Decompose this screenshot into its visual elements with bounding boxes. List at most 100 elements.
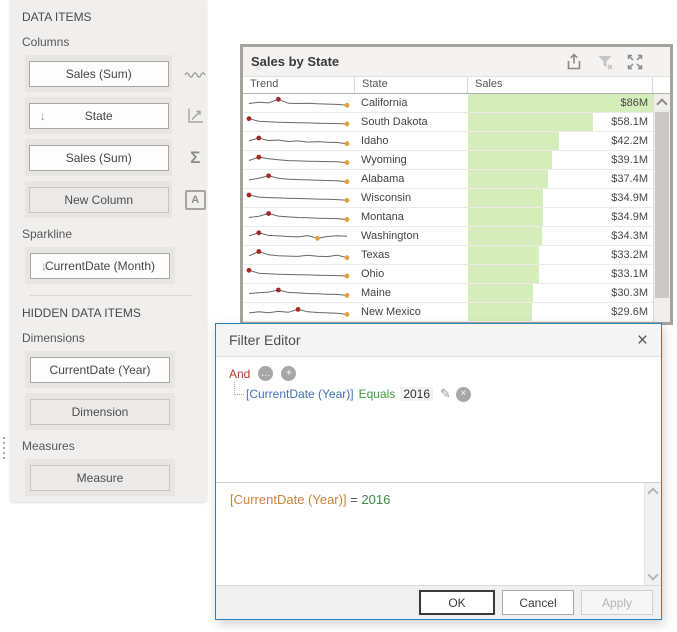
- sales-bar: [468, 151, 552, 169]
- column-header-state[interactable]: State: [355, 77, 468, 93]
- expression-text: [CurrentDate (Year)] = 2016: [216, 483, 661, 507]
- data-item-new-column: New Column A: [25, 181, 207, 218]
- grid-scrollbar-thumb[interactable]: [655, 112, 669, 298]
- expression-preview-panel: [CurrentDate (Year)] = 2016: [216, 482, 661, 585]
- cancel-button[interactable]: Cancel: [502, 590, 574, 615]
- data-item-state: ↓State: [25, 97, 207, 134]
- state-cell: Washington: [355, 227, 468, 245]
- sales-value: $37.4M: [611, 170, 648, 188]
- data-item-button-sales-sum[interactable]: Sales (Sum): [29, 145, 169, 171]
- data-item-button-state[interactable]: ↓State: [29, 103, 169, 129]
- trend-sparkline: [243, 284, 355, 302]
- state-cell: Texas: [355, 246, 468, 264]
- sales-bar: [468, 132, 559, 150]
- column-header-scroll-spacer: [653, 77, 670, 93]
- sales-cell: $30.3M: [468, 284, 653, 302]
- state-cell: Wisconsin: [355, 189, 468, 207]
- sparkline-column-icon: [183, 68, 207, 80]
- panel-drag-handle[interactable]: [3, 437, 5, 459]
- trend-sparkline: [243, 132, 355, 150]
- state-cell: Montana: [355, 208, 468, 226]
- condition-value[interactable]: 2016: [400, 387, 433, 401]
- data-item-slot: ↓State: [25, 97, 172, 134]
- data-item-button-measure[interactable]: Measure: [30, 465, 170, 491]
- table-row-south-dakota[interactable]: South Dakota$58.1M: [243, 113, 653, 132]
- table-row-new-mexico[interactable]: New Mexico $29.6M: [243, 303, 653, 322]
- condition-operator[interactable]: Equals: [359, 387, 396, 401]
- min-point-dot: [345, 255, 350, 260]
- table-row-wisconsin[interactable]: Wisconsin $34.9M: [243, 189, 653, 208]
- sales-cell: $34.9M: [468, 208, 653, 226]
- trend-sparkline: [243, 208, 355, 226]
- sales-cell: $33.2M: [468, 246, 653, 264]
- expression-field: [CurrentDate (Year)]: [230, 492, 347, 507]
- data-item-slot: Measure: [25, 459, 175, 496]
- sales-cell: $37.4M: [468, 170, 653, 188]
- remove-condition-icon[interactable]: ×: [456, 387, 471, 402]
- export-icon[interactable]: [564, 52, 584, 72]
- trend-sparkline: [243, 265, 355, 283]
- clear-filter-icon[interactable]: [595, 52, 615, 72]
- data-item-slot: New Column: [25, 181, 172, 218]
- letter-a-icon: A: [183, 190, 207, 210]
- data-item-slot: Sales (Sum): [25, 55, 172, 92]
- data-item-currentdate-year: CurrentDate (Year): [25, 351, 207, 388]
- scroll-up-icon[interactable]: [654, 94, 670, 111]
- data-item-button-currentdate-month[interactable]: ↓CurrentDate (Month): [30, 253, 170, 279]
- max-point-dot: [296, 307, 301, 312]
- state-cell: New Mexico: [355, 303, 468, 321]
- grid-scrollbar[interactable]: [653, 94, 670, 322]
- table-row-montana[interactable]: Montana $34.9M: [243, 208, 653, 227]
- min-point-dot: [345, 141, 350, 146]
- sales-bar: [468, 246, 539, 264]
- sales-value: $33.2M: [611, 246, 648, 264]
- column-header-trend[interactable]: Trend: [243, 77, 355, 93]
- edit-value-icon[interactable]: ✎: [440, 386, 451, 402]
- max-point-dot: [256, 155, 261, 160]
- data-item-sales-sum: Sales (Sum): [25, 55, 207, 92]
- sales-value: $34.9M: [611, 208, 648, 226]
- data-item-button-new-column[interactable]: New Column: [29, 187, 169, 213]
- table-row-idaho[interactable]: Idaho$42.2M: [243, 132, 653, 151]
- table-row-california[interactable]: California$86M: [243, 94, 653, 113]
- table-row-texas[interactable]: Texas $33.2M: [243, 246, 653, 265]
- chart-axes-icon: [183, 107, 207, 125]
- data-item-button-currentdate-year[interactable]: CurrentDate (Year): [30, 357, 170, 383]
- dialog-title-bar: Filter Editor ×: [216, 324, 661, 357]
- data-item-measure: Measure: [25, 459, 207, 496]
- sales-value: $29.6M: [611, 303, 648, 321]
- close-icon[interactable]: ×: [637, 331, 648, 350]
- condition-field[interactable]: [CurrentDate (Year)]: [246, 387, 354, 401]
- min-point-dot: [345, 312, 350, 317]
- max-point-dot: [266, 173, 271, 178]
- table-row-washington[interactable]: Washington $34.3M: [243, 227, 653, 246]
- maximize-icon[interactable]: [626, 53, 644, 71]
- sales-bar: [468, 227, 542, 245]
- table-row-alabama[interactable]: Alabama$37.4M: [243, 170, 653, 189]
- sales-value: $34.3M: [611, 227, 648, 245]
- min-point-dot: [345, 274, 350, 279]
- trend-sparkline: [243, 170, 355, 188]
- ok-button[interactable]: OK: [419, 590, 495, 615]
- column-header-sales[interactable]: Sales: [468, 77, 653, 93]
- group-options-button[interactable]: …: [258, 366, 273, 381]
- sales-value: $86M: [620, 94, 648, 112]
- max-point-dot: [256, 230, 261, 235]
- max-point-dot: [247, 193, 252, 198]
- scroll-down-icon[interactable]: [647, 569, 658, 580]
- table-row-ohio[interactable]: Ohio$33.1M: [243, 265, 653, 284]
- table-row-maine[interactable]: Maine$30.3M: [243, 284, 653, 303]
- trend-sparkline: [243, 113, 355, 131]
- sales-value: $34.9M: [611, 189, 648, 207]
- add-condition-button[interactable]: +: [281, 366, 296, 381]
- conditions-area: And … + [CurrentDate (Year)] Equals 2016…: [216, 357, 661, 482]
- data-item-slot: CurrentDate (Year): [25, 351, 175, 388]
- expression-scrollbar[interactable]: [644, 483, 661, 585]
- scroll-up-icon[interactable]: [647, 487, 658, 498]
- group-operator[interactable]: And: [229, 367, 250, 381]
- data-item-button-sales-sum[interactable]: Sales (Sum): [29, 61, 169, 87]
- data-item-button-dimension[interactable]: Dimension: [30, 399, 170, 425]
- section-label-sparkline: Sparkline: [22, 227, 207, 241]
- sales-value: $58.1M: [611, 113, 648, 131]
- table-row-wyoming[interactable]: Wyoming$39.1M: [243, 151, 653, 170]
